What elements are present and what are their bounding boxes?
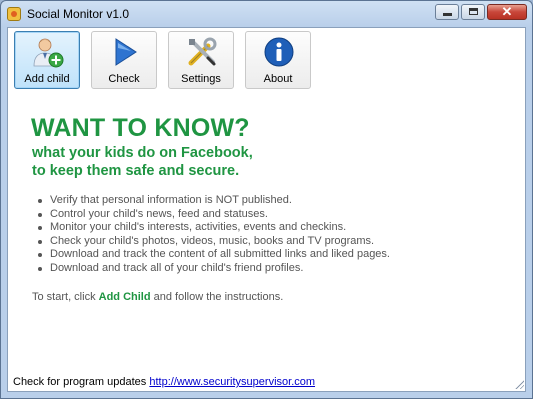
- start-suffix: and follow the instructions.: [153, 291, 284, 303]
- list-item: Download and track the content of all su…: [38, 248, 390, 260]
- app-window: Social Monitor v1.0 ✕ Add child Check Se…: [0, 0, 533, 399]
- list-item: Monitor your child's interests, activiti…: [38, 221, 390, 235]
- tools-icon: [188, 37, 217, 66]
- about-button[interactable]: About: [245, 31, 311, 89]
- resize-grip-icon[interactable]: [514, 379, 524, 389]
- toolbar: Add child Check Settings About: [14, 31, 311, 91]
- start-highlight: Add Child: [98, 291, 151, 303]
- add-child-label: Add child: [24, 73, 70, 85]
- window-title: Social Monitor v1.0: [27, 7, 130, 21]
- settings-button[interactable]: Settings: [168, 31, 234, 89]
- close-icon: ✕: [501, 4, 513, 19]
- play-icon: [115, 38, 137, 66]
- check-label: Check: [108, 73, 140, 85]
- maximize-icon: [469, 8, 478, 15]
- title-bar[interactable]: Social Monitor v1.0 ✕: [1, 1, 532, 27]
- start-instructions: To start, click Add Child and follow the…: [32, 291, 283, 303]
- list-item: Control your child's news, feed and stat…: [38, 208, 390, 222]
- info-icon: [264, 37, 294, 67]
- feature-list: Verify that personal information is NOT …: [34, 194, 390, 275]
- maximize-button[interactable]: [461, 4, 485, 20]
- list-item: Verify that personal information is NOT …: [38, 194, 390, 208]
- update-text: Check for program updates http://www.sec…: [13, 376, 315, 388]
- status-bar: Check for program updates http://www.sec…: [7, 373, 526, 391]
- add-user-icon: [33, 38, 64, 68]
- headline: WANT TO KNOW?: [31, 114, 250, 142]
- check-button[interactable]: Check: [91, 31, 157, 89]
- settings-label: Settings: [181, 73, 221, 85]
- subheadline-line-1: what your kids do on Facebook,: [32, 145, 253, 161]
- list-item: Check your child's photos, videos, music…: [38, 235, 390, 249]
- website-link[interactable]: http://www.securitysupervisor.com: [149, 376, 315, 388]
- subheadline-line-2: to keep them safe and secure.: [32, 163, 240, 179]
- close-button[interactable]: ✕: [487, 4, 527, 20]
- minimize-icon: [443, 13, 452, 16]
- update-label: Check for program updates: [13, 376, 147, 388]
- start-prefix: To start, click: [32, 291, 96, 303]
- app-icon: [7, 7, 21, 21]
- client-area: Add child Check Settings About WANT TO K…: [7, 27, 526, 392]
- list-item: Download and track all of your child's f…: [38, 262, 390, 276]
- about-label: About: [263, 73, 293, 85]
- minimize-button[interactable]: [435, 4, 459, 20]
- caption-buttons: ✕: [435, 4, 527, 20]
- add-child-button[interactable]: Add child: [14, 31, 80, 89]
